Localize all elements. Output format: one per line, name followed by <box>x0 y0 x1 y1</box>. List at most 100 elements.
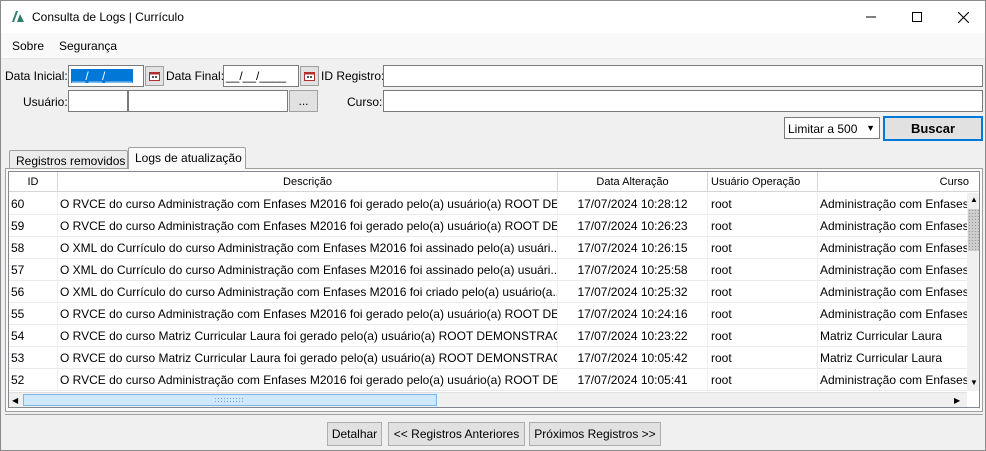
window-title: Consulta de Logs | Currículo <box>32 10 184 24</box>
menu-seguranca[interactable]: Segurança <box>59 39 117 53</box>
cell-descricao: O RVCE do curso Administração com Enfase… <box>58 303 558 325</box>
cell-data: 17/07/2024 10:26:23 <box>558 215 708 237</box>
horizontal-scrollbar[interactable]: ◀ ▶ <box>9 392 967 407</box>
cell-descricao: O RVCE do curso Matriz Curricular Laura … <box>58 347 558 369</box>
cell-descricao: O RVCE do curso Matriz Curricular Laura … <box>58 325 558 347</box>
scroll-grip-icon <box>214 397 244 404</box>
id-registro-label: ID Registro: <box>321 69 385 83</box>
cell-usuario: root <box>708 325 818 347</box>
app-window: Consulta de Logs | Currículo Sobre Segur… <box>0 0 986 451</box>
table-row[interactable]: 56 O XML do Currículo do curso Administr… <box>9 281 967 303</box>
column-header-usuario[interactable]: Usuário Operação <box>708 172 818 192</box>
table-row[interactable]: 60 O RVCE do curso Administração com Enf… <box>9 193 967 215</box>
cell-descricao: O RVCE do curso Administração com Enfase… <box>58 215 558 237</box>
table-row[interactable]: 52 O RVCE do curso Administração com Enf… <box>9 369 967 391</box>
cell-curso: Administração com Enfases <box>820 263 967 277</box>
table-row[interactable]: 57 O XML do Currículo do curso Administr… <box>9 259 967 281</box>
detalhar-button[interactable]: Detalhar <box>327 422 382 446</box>
registros-anteriores-button[interactable]: << Registros Anteriores <box>388 422 525 446</box>
tab-logs-atualizacao[interactable]: Logs de atualização <box>128 147 246 169</box>
id-registro-field[interactable] <box>383 65 983 87</box>
cell-id: 58 <box>9 237 58 259</box>
table-row[interactable]: 55 O RVCE do curso Administração com Enf… <box>9 303 967 325</box>
cell-data: 17/07/2024 10:25:32 <box>558 281 708 303</box>
cell-id: 54 <box>9 325 58 347</box>
table-row[interactable]: 53 O RVCE do curso Matriz Curricular Lau… <box>9 347 967 369</box>
vertical-scroll-thumb[interactable] <box>968 209 979 251</box>
cell-curso: Matriz Curricular Laura <box>820 351 943 365</box>
scroll-down-arrow-icon[interactable]: ▼ <box>970 378 978 387</box>
calendar-icon <box>304 72 315 81</box>
cell-curso: Administração com Enfases <box>820 373 967 387</box>
grid-body: 60 O RVCE do curso Administração com Enf… <box>9 193 967 391</box>
vertical-scrollbar[interactable]: ▲ ▼ <box>967 193 979 391</box>
data-final-label: Data Final: <box>166 69 225 83</box>
close-button[interactable] <box>940 1 985 33</box>
table-row[interactable]: 54 O RVCE do curso Matriz Curricular Lau… <box>9 325 967 347</box>
cell-descricao: O XML do Currículo do curso Administraçã… <box>58 259 558 281</box>
horizontal-scroll-thumb[interactable] <box>23 394 437 406</box>
cell-usuario: root <box>708 369 818 391</box>
buscar-button[interactable]: Buscar <box>883 116 983 141</box>
column-header-descricao[interactable]: Descrição <box>58 172 558 192</box>
cell-id: 52 <box>9 369 58 391</box>
usuario-name-field[interactable] <box>128 90 288 112</box>
cell-data: 17/07/2024 10:05:42 <box>558 347 708 369</box>
cell-descricao: O XML do Currículo do curso Administraçã… <box>58 237 558 259</box>
tab-registros-removidos[interactable]: Registros removidos <box>9 150 128 168</box>
column-header-curso[interactable]: Curso <box>818 172 979 192</box>
column-header-data[interactable]: Data Alteração <box>558 172 708 192</box>
scroll-right-arrow-icon[interactable]: ▶ <box>954 396 960 405</box>
cell-usuario: root <box>708 215 818 237</box>
footer-bar: Detalhar << Registros Anteriores Próximo… <box>5 414 983 450</box>
cell-data: 17/07/2024 10:05:41 <box>558 369 708 391</box>
cell-usuario: root <box>708 281 818 303</box>
cell-usuario: root <box>708 347 818 369</box>
menu-sobre[interactable]: Sobre <box>12 39 44 53</box>
logs-grid: ID Descrição Data Alteração Usuário Oper… <box>8 171 980 408</box>
data-final-field[interactable]: __/__/____ <box>223 65 299 87</box>
cell-usuario: root <box>708 303 818 325</box>
title-bar: Consulta de Logs | Currículo <box>1 1 985 33</box>
cell-data: 17/07/2024 10:28:12 <box>558 193 708 215</box>
cell-id: 60 <box>9 193 58 215</box>
cell-curso: Matriz Curricular Laura <box>820 329 943 343</box>
usuario-id-field[interactable] <box>68 90 128 112</box>
data-final-value: __/__/____ <box>226 69 287 83</box>
cell-id: 53 <box>9 347 58 369</box>
table-row[interactable]: 59 O RVCE do curso Administração com Enf… <box>9 215 967 237</box>
data-inicial-field[interactable]: __/__/____ <box>68 65 144 87</box>
maximize-icon <box>912 12 922 22</box>
cell-usuario: root <box>708 193 818 215</box>
cell-data: 17/07/2024 10:26:15 <box>558 237 708 259</box>
data-inicial-value: __/__/____ <box>71 69 134 83</box>
curso-label: Curso: <box>347 95 383 109</box>
cell-data: 17/07/2024 10:24:16 <box>558 303 708 325</box>
app-logo-icon <box>12 11 24 22</box>
usuario-lookup-button[interactable]: ... <box>289 90 318 112</box>
maximize-button[interactable] <box>894 1 940 33</box>
cell-descricao: O RVCE do curso Administração com Enfase… <box>58 193 558 215</box>
data-final-calendar-button[interactable] <box>300 66 319 86</box>
menu-bar: Sobre Segurança <box>1 33 985 59</box>
table-row[interactable]: 58 O XML do Currículo do curso Administr… <box>9 237 967 259</box>
cell-curso: Administração com Enfases <box>820 197 967 211</box>
data-inicial-calendar-button[interactable] <box>145 66 164 86</box>
cell-usuario: root <box>708 237 818 259</box>
cell-id: 55 <box>9 303 58 325</box>
column-header-id[interactable]: ID <box>9 172 58 192</box>
proximos-registros-button[interactable]: Próximos Registros >> <box>529 422 661 446</box>
cell-curso: Administração com Enfases <box>820 307 967 321</box>
cell-data: 17/07/2024 10:25:58 <box>558 259 708 281</box>
scroll-left-arrow-icon[interactable]: ◀ <box>12 396 18 405</box>
cell-descricao: O RVCE do curso Administração com Enfase… <box>58 369 558 391</box>
cell-id: 59 <box>9 215 58 237</box>
scroll-up-arrow-icon[interactable]: ▲ <box>970 195 978 204</box>
limit-select[interactable]: Limitar a 500 ▼ <box>784 117 880 139</box>
minimize-button[interactable] <box>848 1 894 33</box>
close-icon <box>957 11 969 23</box>
cell-descricao: O XML do Currículo do curso Administraçã… <box>58 281 558 303</box>
calendar-icon <box>149 72 160 81</box>
cell-id: 56 <box>9 281 58 303</box>
curso-field[interactable] <box>383 90 983 112</box>
